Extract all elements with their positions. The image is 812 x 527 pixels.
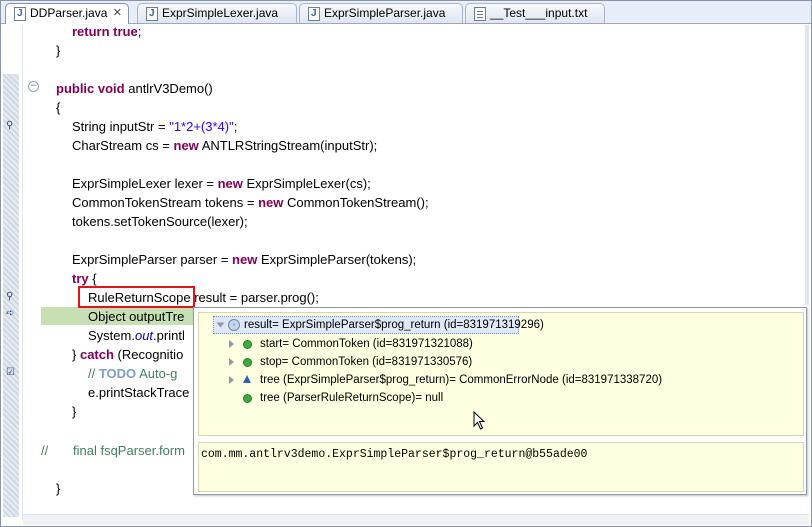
tab-ddparser[interactable]: DDParser.java ✕: [5, 3, 129, 24]
tree-item-label: tree (ParserRuleReturnScope)= null: [260, 392, 444, 404]
code-line: e.printStackTrace: [88, 385, 190, 400]
close-icon[interactable]: ✕: [113, 7, 122, 19]
code-line: } catch (Recognitio: [72, 347, 184, 362]
tree-item-label: start= CommonToken (id=831971321088): [260, 338, 473, 350]
tab-label: ExprSimpleLexer.java: [162, 6, 279, 20]
code-line: }: [56, 481, 61, 496]
overview-ruler[interactable]: [805, 25, 809, 305]
tab-label: DDParser.java: [30, 6, 108, 20]
debug-current-line-icon: ➪: [6, 308, 15, 319]
task-marker-icon: ☑: [6, 367, 15, 378]
expand-arrow-icon[interactable]: [229, 358, 234, 366]
blue-triangle-icon: [243, 375, 251, 383]
tree-item-stop[interactable]: stop= CommonToken (id=831971330576): [229, 353, 472, 371]
java-file-icon: [14, 5, 26, 23]
java-file-icon: [308, 5, 320, 23]
collapse-method-icon[interactable]: −: [28, 81, 39, 92]
horizontal-scrollbar[interactable]: [23, 514, 809, 525]
code-line: System.out.printl: [88, 328, 185, 343]
tab-label: __Test___input.txt: [490, 6, 588, 20]
code-line: //final fsqParser.form: [41, 443, 185, 458]
code-line: public void antlrV3Demo(): [56, 81, 213, 96]
expand-arrow-icon[interactable]: [229, 340, 234, 348]
folding-ruler: [22, 25, 23, 520]
code-line: CharStream cs = new ANTLRStringStream(in…: [72, 138, 378, 153]
search-result-marker-icon: ⚲: [6, 120, 14, 131]
tab-label: ExprSimpleParser.java: [324, 6, 446, 20]
code-line: tokens.setTokenSource(lexer);: [72, 214, 248, 229]
detail-pane[interactable]: com.mm.antlrv3demo.ExprSimpleParser$prog…: [198, 442, 804, 492]
detail-text: com.mm.antlrv3demo.ExprSimpleParser$prog…: [201, 448, 588, 461]
code-line: // TODO Auto-g: [88, 366, 178, 381]
tree-item-label: result= ExprSimpleParser$prog_return (id…: [244, 319, 544, 331]
tree-item-label: tree (ExprSimpleParser$prog_return)= Com…: [260, 374, 663, 386]
variable-tree[interactable]: ◦ result= ExprSimpleParser$prog_return (…: [198, 312, 804, 436]
code-line: String inputStr = "1*2+(3*4)";: [72, 119, 238, 134]
mouse-pointer-icon: [473, 411, 486, 430]
code-line: }: [72, 404, 77, 419]
green-dot-icon: [243, 394, 252, 403]
tree-item-tree-prog-return[interactable]: tree (ExprSimpleParser$prog_return)= Com…: [229, 371, 662, 389]
code-line: return true;: [72, 24, 142, 39]
expanded-arrow-icon[interactable]: [216, 322, 225, 328]
code-line: ExprSimpleLexer lexer = new ExprSimpleLe…: [72, 176, 371, 191]
tree-item-start[interactable]: start= CommonToken (id=831971321088): [229, 335, 473, 353]
object-icon: ◦: [228, 319, 240, 331]
tree-item-tree-null[interactable]: tree (ParserRuleReturnScope)= null: [229, 389, 443, 407]
variable-inspect-popup[interactable]: ◦ result= ExprSimpleParser$prog_return (…: [193, 307, 807, 495]
expand-arrow-icon[interactable]: [229, 376, 234, 384]
tree-item-label: stop= CommonToken (id=831971330576): [260, 356, 473, 368]
code-line: }: [56, 43, 61, 58]
code-line: CommonTokenStream tokens = new CommonTok…: [72, 195, 429, 210]
text-file-icon: [474, 7, 486, 21]
tree-root-item[interactable]: ◦ result= ExprSimpleParser$prog_return (…: [213, 316, 544, 334]
tab-exprsimpleparser[interactable]: ExprSimpleParser.java: [299, 3, 463, 23]
java-file-icon: [146, 5, 158, 23]
code-line: ExprSimpleParser parser = new ExprSimple…: [72, 252, 417, 267]
highlight-annotation-box: [78, 286, 195, 308]
editor-window: DDParser.java ✕ ExprSimpleLexer.java Exp…: [0, 0, 812, 527]
code-line: Object outputTre: [88, 309, 185, 324]
tab-exprsimplelexer[interactable]: ExprSimpleLexer.java: [137, 3, 297, 23]
code-line: {: [56, 100, 61, 115]
green-dot-icon: [243, 358, 252, 367]
editor-tab-bar: DDParser.java ✕ ExprSimpleLexer.java Exp…: [1, 1, 811, 24]
green-dot-icon: [243, 340, 252, 349]
tab-test-input[interactable]: __Test___input.txt: [465, 3, 605, 23]
search-result-marker-icon: ⚲: [6, 291, 14, 302]
